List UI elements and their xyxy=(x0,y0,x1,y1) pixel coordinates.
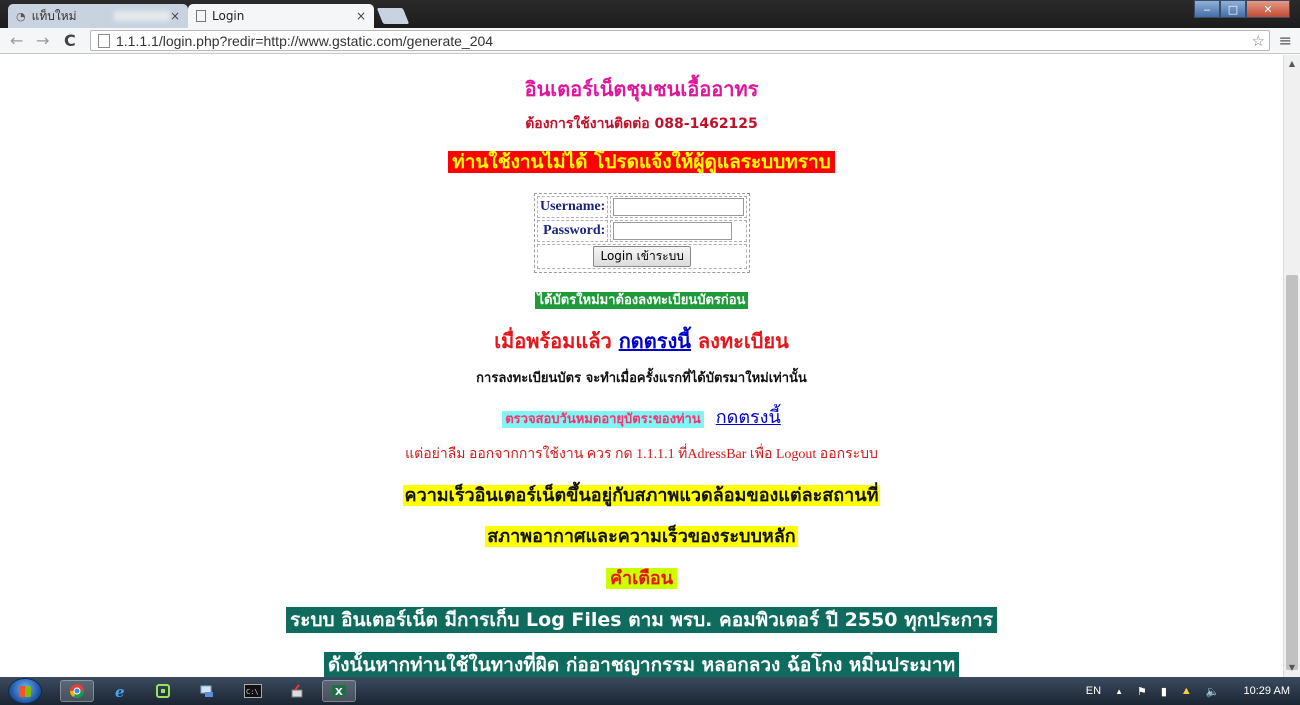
address-bar[interactable]: 1.1.1.1/login.php?redir=http://www.gstat… xyxy=(90,30,1270,51)
browser-titlebar: ◔ แท็บใหม่ × Login × ‒ □ ✕ xyxy=(0,0,1300,28)
back-arrow-icon[interactable]: ← xyxy=(10,31,23,50)
cmd-icon[interactable]: C:\ xyxy=(236,680,270,702)
browser-toolbar: ← → C 1.1.1.1/login.php?redir=http://www… xyxy=(0,28,1300,54)
blurred-region xyxy=(113,11,170,21)
first-time-note: การลงทะเบียนบัตร จะทำเมื่อครั้งแรกที่ได้… xyxy=(476,371,807,386)
username-input[interactable] xyxy=(613,198,745,216)
register-link[interactable]: กดตรงนี้ xyxy=(619,329,691,353)
register-suffix: ลงทะเบียน xyxy=(690,329,789,353)
contact-text: ต้องการใช้งานติดต่อ 088-1462125 xyxy=(525,116,758,132)
close-button[interactable]: ✕ xyxy=(1246,0,1290,18)
login-table: Username: Password: Login เข้าระบบ xyxy=(535,194,749,271)
speed-text-1: ความเร็วอินเตอร์เน็ตขึ้นอยู่กับสภาพแวดล้… xyxy=(402,485,881,506)
password-label: Password: xyxy=(537,220,609,242)
scroll-up-arrow-icon[interactable]: ▲ xyxy=(1284,57,1300,71)
login-form: Username: Password: Login เข้าระบบ xyxy=(534,193,750,273)
volume-icon[interactable]: 🔈 xyxy=(1206,685,1220,698)
tab-label: แท็บใหม่ xyxy=(31,8,77,23)
bookmark-star-icon[interactable]: ☆ xyxy=(1252,32,1265,50)
battery-icon[interactable]: ▮ xyxy=(1161,685,1167,698)
ie-icon[interactable]: e xyxy=(104,680,138,702)
logout-note: แต่อย่าลืม ออกจากการใช้งาน ควร กด 1.1.1.… xyxy=(405,447,878,462)
start-button[interactable] xyxy=(8,678,42,704)
speed-notice-1: ความเร็วอินเตอร์เน็ตขึ้นอยู่กับสภาพแวดล้… xyxy=(0,480,1283,509)
chrome-icon[interactable] xyxy=(60,680,94,702)
login-button[interactable]: Login เข้าระบบ xyxy=(593,246,691,267)
warning-banner: ท่านใช้งานไม่ได้ โปรดแจ้งให้ผู้ดูแลระบบท… xyxy=(0,147,1283,177)
expire-link[interactable]: กดตรงนี้ xyxy=(716,407,781,428)
log-text-2: ดังนั้นหากท่านใช้ในทางที่ผิด ก่ออาชญากรร… xyxy=(323,652,960,677)
password-input[interactable] xyxy=(613,222,733,240)
page-icon xyxy=(196,10,206,22)
log-text-1: ระบบ อินเตอร์เน็ต มีการเก็บ Log Files ตา… xyxy=(286,607,997,633)
expire-line: ตรวจสอบวันหมดอายุบัตร:ของท่าน กดตรงนี้ xyxy=(0,402,1283,431)
tab-login[interactable]: Login × xyxy=(188,4,374,28)
svg-text:e: e xyxy=(115,683,125,699)
network-warning-icon[interactable]: ▲ xyxy=(1181,685,1192,697)
tab-new-tab[interactable]: ◔ แท็บใหม่ × xyxy=(8,4,188,28)
expire-label: ตรวจสอบวันหมดอายุบัตร:ของท่าน xyxy=(502,411,704,428)
scroll-down-arrow-icon[interactable]: ▼ xyxy=(1284,661,1300,675)
tray-expand-icon[interactable]: ▲ xyxy=(1115,687,1123,696)
page-icon xyxy=(98,33,110,48)
tab-close-icon[interactable]: × xyxy=(170,9,180,23)
app-icon[interactable] xyxy=(146,680,180,702)
log-notice-2: ดังนั้นหากท่านใช้ในทางที่ผิด ก่ออาชญากรร… xyxy=(0,650,1283,677)
clock[interactable]: 10:29 AM xyxy=(1244,685,1290,697)
network-icon[interactable] xyxy=(190,680,224,702)
minimize-button[interactable]: ‒ xyxy=(1194,0,1220,18)
url-text[interactable]: 1.1.1.1/login.php?redir=http://www.gstat… xyxy=(116,33,1252,49)
reload-icon[interactable]: C xyxy=(64,31,76,50)
flag-icon[interactable]: ⚑ xyxy=(1137,685,1147,698)
maximize-button[interactable]: □ xyxy=(1220,0,1246,18)
new-card-text: ได้บัตรใหม่มาต้องลงทะเบียนบัตรก่อน xyxy=(534,292,749,309)
window-controls: ‒ □ ✕ xyxy=(1194,0,1290,18)
excel-icon[interactable]: X xyxy=(322,680,356,702)
svg-text:X: X xyxy=(335,687,343,698)
language-indicator[interactable]: EN xyxy=(1086,685,1101,697)
tab-close-icon[interactable]: × xyxy=(356,9,366,23)
tab-label: Login xyxy=(212,9,245,23)
loading-icon: ◔ xyxy=(16,9,26,23)
warning-text: ท่านใช้งานไม่ได้ โปรดแจ้งให้ผู้ดูแลระบบท… xyxy=(448,151,835,173)
page-viewport: อินเตอร์เน็ตชุมชนเอื้ออาทร ต้องการใช้งาน… xyxy=(0,55,1283,677)
register-prefix: เมื่อพร้อมแล้ว xyxy=(494,329,619,353)
forward-arrow-icon[interactable]: → xyxy=(36,31,49,50)
speed-text-2: สภาพอากาศและความเร็วของระบบหลัก xyxy=(485,526,798,547)
new-card-banner: ได้บัตรใหม่มาต้องลงทะเบียนบัตรก่อน xyxy=(0,289,1283,310)
register-line: เมื่อพร้อมแล้ว กดตรงนี้ ลงทะเบียน xyxy=(0,325,1283,357)
vertical-scrollbar[interactable]: ▲ ▼ xyxy=(1283,55,1300,677)
menu-icon[interactable]: ≡ xyxy=(1279,31,1292,50)
log-notice-1: ระบบ อินเตอร์เน็ต มีการเก็บ Log Files ตา… xyxy=(0,605,1283,635)
caution-heading: คำเตือน xyxy=(0,563,1283,592)
page-title: อินเตอร์เน็ตชุมชนเอื้ออาทร xyxy=(524,77,759,101)
username-label: Username: xyxy=(537,196,609,218)
speed-notice-2: สภาพอากาศและความเร็วของระบบหลัก xyxy=(0,521,1283,550)
scrollbar-thumb[interactable] xyxy=(1286,275,1298,670)
system-tray: EN ▲ ⚑ ▮ ▲ 🔈 10:29 AM xyxy=(1086,677,1290,705)
new-tab-button[interactable] xyxy=(376,8,410,24)
caution-text: คำเตือน xyxy=(605,568,678,589)
tool-icon[interactable] xyxy=(280,680,314,702)
taskbar: e C:\ X EN ▲ ⚑ ▮ ▲ 🔈 10:29 AM xyxy=(0,677,1300,705)
svg-text:C:\: C:\ xyxy=(246,688,259,696)
